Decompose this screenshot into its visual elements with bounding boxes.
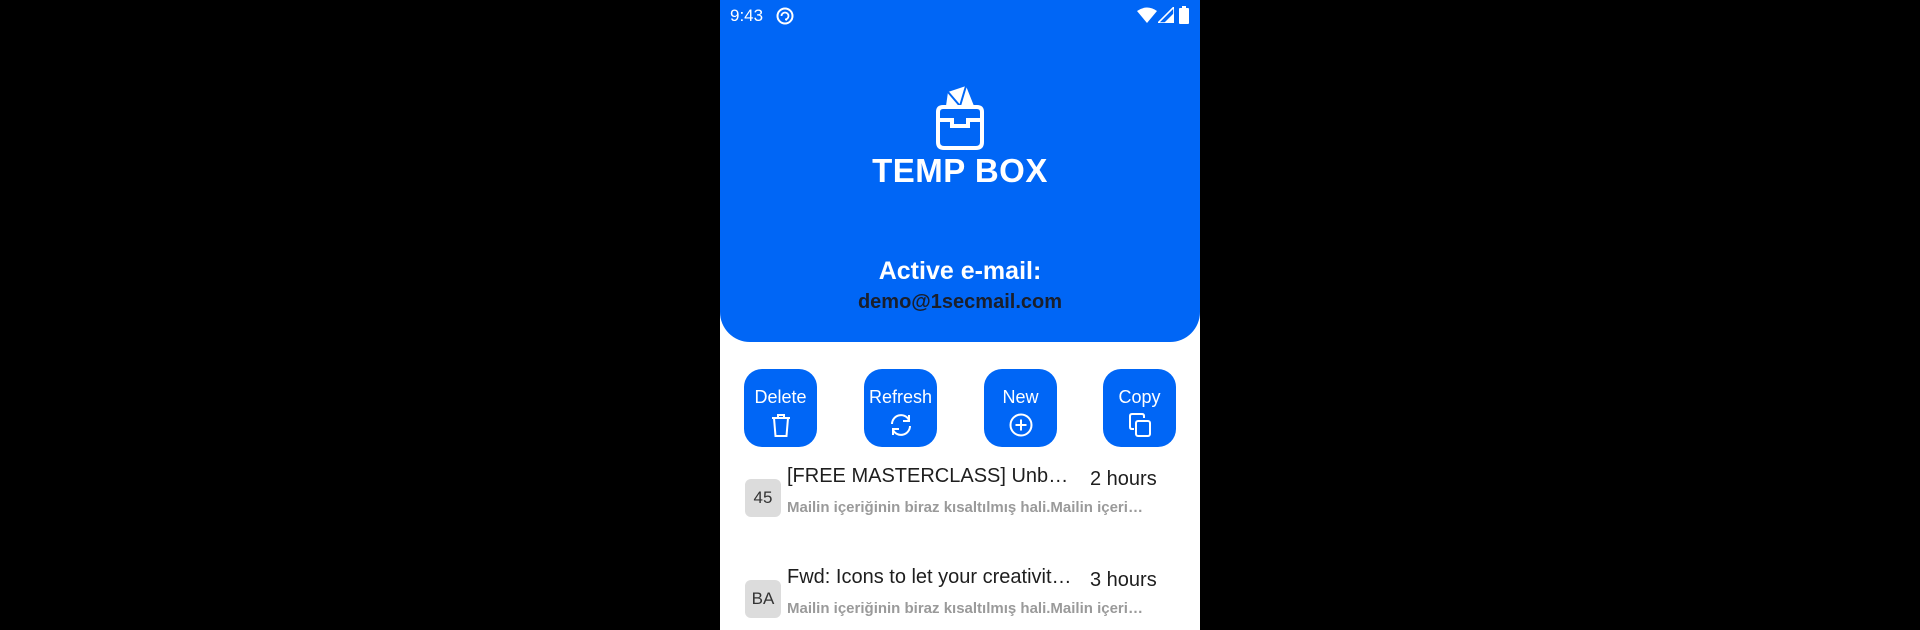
status-time: 9:43: [730, 6, 764, 25]
copy-button[interactable]: Copy: [1103, 369, 1176, 447]
mail-preview: Mailin içeriğinin biraz kısaltılmış hali…: [787, 499, 1143, 516]
new-button[interactable]: New: [984, 369, 1057, 447]
delete-button[interactable]: Delete: [744, 369, 817, 447]
inbox-logo-icon: [936, 86, 984, 150]
sender-avatar: 45: [745, 479, 781, 517]
mail-list-item[interactable]: BA Fwd: Icons to let your creativity shi…: [720, 566, 1200, 630]
mail-preview: Mailin içeriğinin biraz kısaltılmış hali…: [787, 600, 1143, 617]
app-title: TEMP BOX: [872, 152, 1048, 189]
sync-icon: [776, 7, 794, 25]
refresh-button-label: Refresh: [868, 387, 933, 407]
plus-circle-icon: [1009, 413, 1032, 437]
mail-subject: Fwd: Icons to let your creativity shine: [787, 566, 1075, 588]
delete-button-label: Delete: [754, 387, 807, 407]
battery-icon: [1179, 6, 1189, 24]
active-email-label: Active e-mail:: [878, 257, 1042, 285]
mail-list-item[interactable]: 45 [FREE MASTERCLASS] Unbeatable Tips to…: [720, 465, 1200, 557]
mail-time: 2 hours: [1090, 468, 1157, 490]
copy-button-label: Copy: [1118, 387, 1161, 407]
copy-icon: [1128, 413, 1151, 437]
mail-subject: [FREE MASTERCLASS] Unbeatable Tips to: [787, 465, 1075, 487]
trash-icon: [771, 414, 790, 437]
mail-time: 3 hours: [1090, 569, 1157, 591]
header-panel: 9:43 TEMP BOX Active e-mail: demo@1secma…: [720, 0, 1200, 342]
phone-screen: 9:43 TEMP BOX Active e-mail: demo@1secma…: [720, 0, 1200, 630]
sender-avatar: BA: [745, 580, 781, 618]
refresh-button[interactable]: Refresh: [864, 369, 937, 447]
new-button-label: New: [1002, 387, 1039, 407]
refresh-icon: [890, 414, 911, 436]
wifi-icon: [1137, 7, 1157, 23]
active-email-address[interactable]: demo@1secmail.com: [720, 291, 1200, 314]
status-bar: 9:43: [720, 0, 1200, 32]
signal-icon: [1158, 7, 1174, 23]
